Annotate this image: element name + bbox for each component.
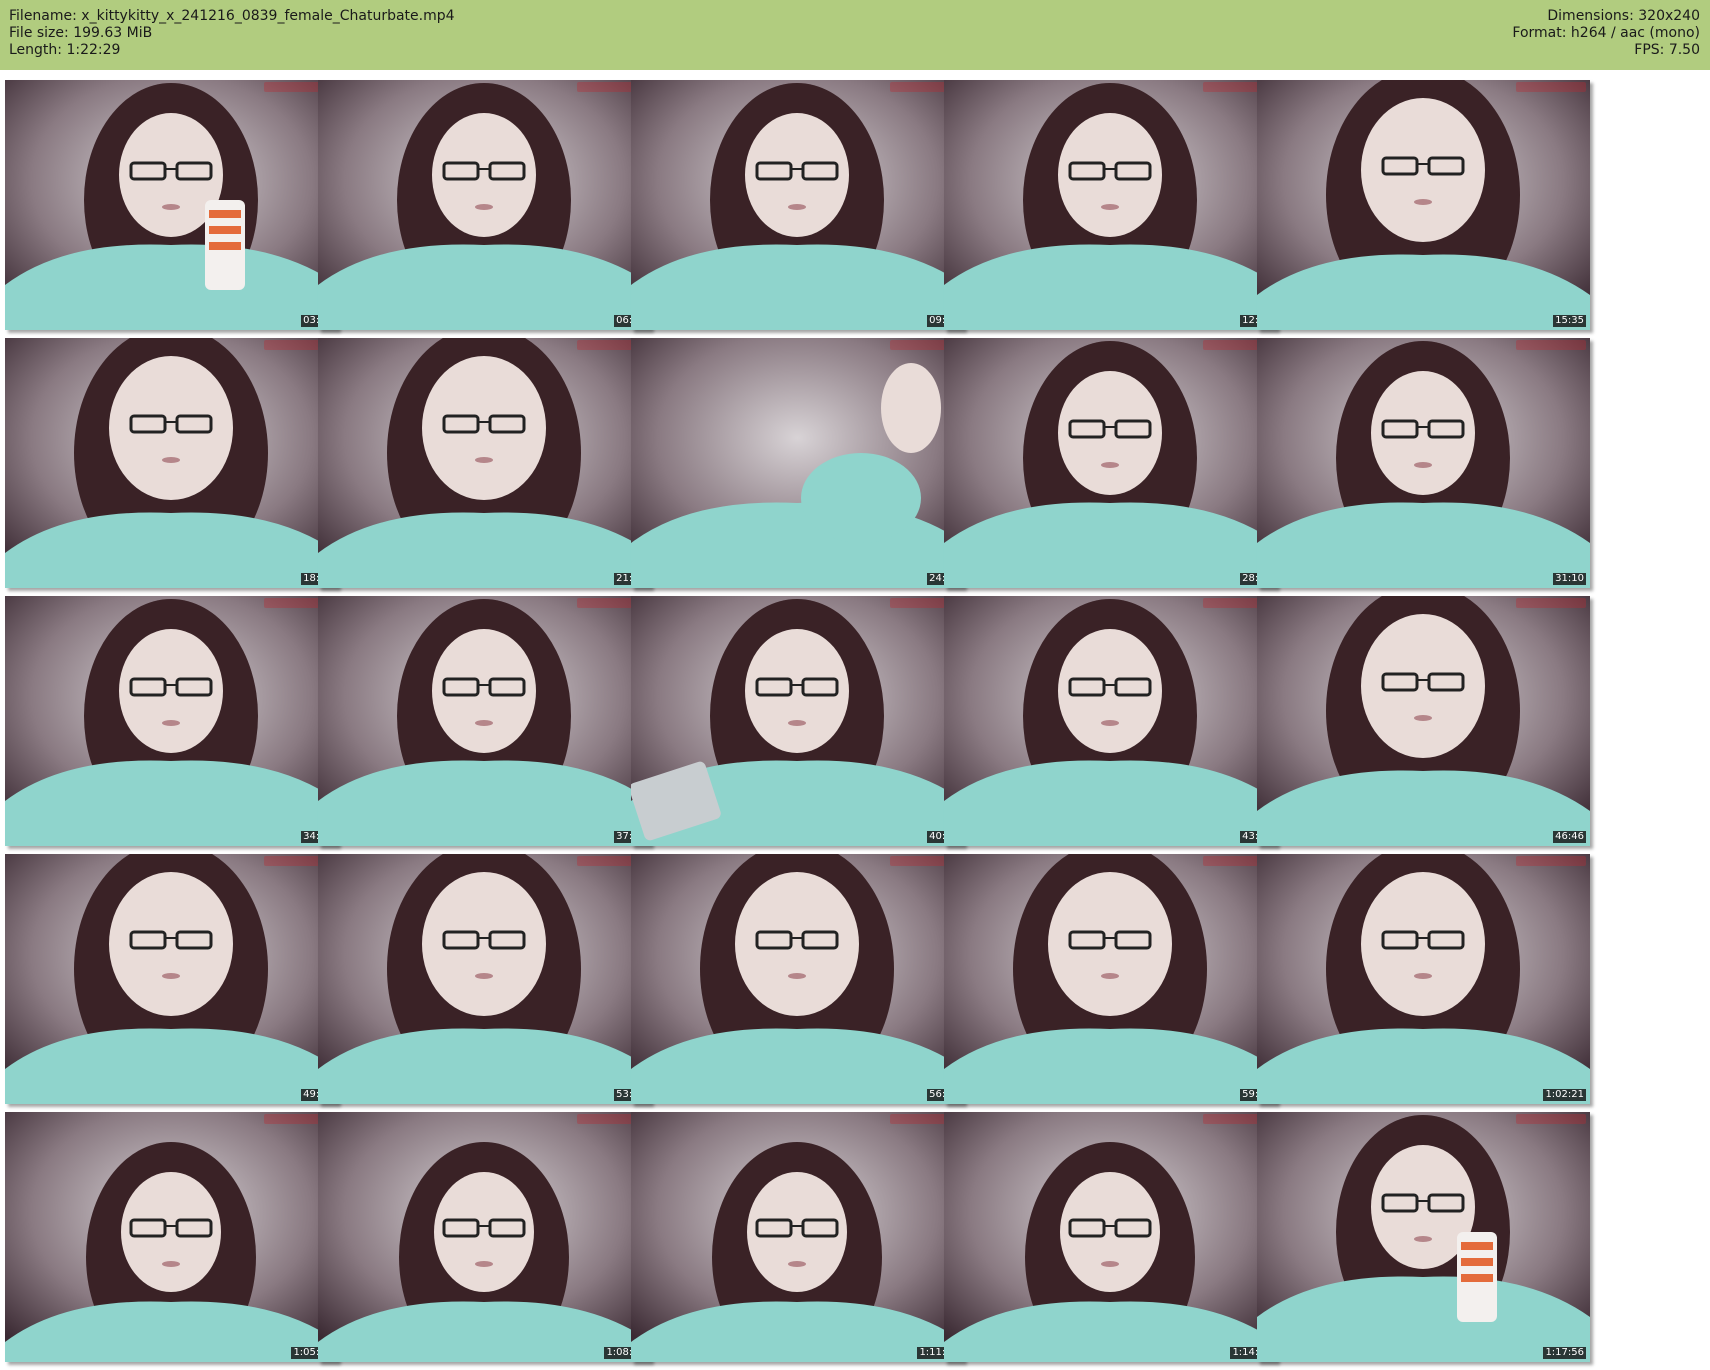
watermark-logo: [1516, 856, 1586, 866]
video-thumbnail: 09:21: [631, 80, 964, 330]
video-thumbnail: 59:14: [944, 854, 1277, 1104]
video-thumbnail: 1:17:56: [1257, 1112, 1590, 1362]
watermark-logo: [1516, 340, 1586, 350]
video-thumbnail: 18:42: [5, 338, 338, 588]
timestamp-label: 1:17:56: [1543, 1347, 1586, 1359]
timestamp-label: 46:46: [1553, 831, 1586, 843]
video-thumbnail: 12:28: [944, 80, 1277, 330]
video-thumbnail: 56:07: [631, 854, 964, 1104]
video-thumbnail: 46:46: [1257, 596, 1590, 846]
timestamp-label: 31:10: [1553, 573, 1586, 585]
video-thumbnail: 43:39: [944, 596, 1277, 846]
video-thumbnail: 15:35: [1257, 80, 1590, 330]
video-thumbnail: 06:14: [318, 80, 651, 330]
video-thumbnail: 1:05:28: [5, 1112, 338, 1362]
video-thumbnail: 03:07: [5, 80, 338, 330]
timestamp-label: 1:02:21: [1543, 1089, 1586, 1101]
video-thumbnail: 37:24: [318, 596, 651, 846]
video-thumbnail: 28:03: [944, 338, 1277, 588]
timestamp-label: 15:35: [1553, 315, 1586, 327]
video-thumbnail: 31:10: [1257, 338, 1590, 588]
watermark-logo: [1516, 82, 1586, 92]
video-thumbnail: 1:11:42: [631, 1112, 964, 1362]
video-thumbnail: 1:02:21: [1257, 854, 1590, 1104]
watermark-logo: [1516, 598, 1586, 608]
video-thumbnail: 21:49: [318, 338, 651, 588]
video-thumbnail: 1:14:49: [944, 1112, 1277, 1362]
video-thumbnail: 49:53: [5, 854, 338, 1104]
video-thumbnail: 40:32: [631, 596, 964, 846]
thumbnail-grid: 03:0706:1409:2112:28 15:35 18:4221:4924:56…: [0, 0, 1710, 1370]
video-thumbnail: 53:00: [318, 854, 651, 1104]
watermark-logo: [1516, 1114, 1586, 1124]
video-thumbnail: 1:08:35: [318, 1112, 651, 1362]
video-thumbnail: 34:17: [5, 596, 338, 846]
video-thumbnail: 24:56: [631, 338, 964, 588]
